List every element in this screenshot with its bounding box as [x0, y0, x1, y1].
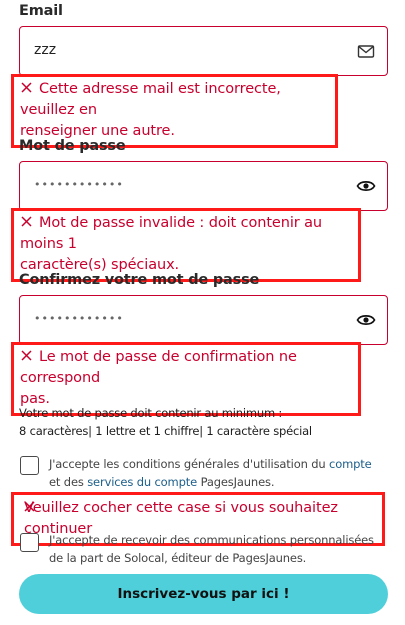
- submit-button[interactable]: Inscrivez-vous par ici !: [19, 574, 388, 614]
- newsletter-line1: J'accepte de recevoir des communications…: [49, 533, 374, 547]
- requirements-line1: Votre mot de passe doit contenir au mini…: [19, 406, 283, 420]
- terms-checkbox[interactable]: [20, 456, 39, 475]
- email-value: zzz: [34, 42, 57, 58]
- confirm-password-value: ••••••••••••: [34, 312, 124, 325]
- close-icon: [21, 82, 32, 93]
- password-value: ••••••••••••: [34, 178, 124, 191]
- newsletter-line2: de la part de Solocal, éditeur de PagesJ…: [49, 551, 307, 565]
- requirements-line2: 8 caractères| 1 lettre et 1 chiffre| 1 c…: [19, 424, 312, 438]
- eye-icon[interactable]: [356, 311, 376, 329]
- email-field[interactable]: zzz: [19, 26, 388, 76]
- close-icon: [24, 501, 35, 512]
- eye-icon[interactable]: [356, 177, 376, 195]
- newsletter-checkbox[interactable]: [20, 533, 39, 552]
- email-label: Email: [19, 3, 63, 19]
- terms-text: J'accepte les conditions générales d'uti…: [49, 455, 389, 491]
- password-error-message: Mot de passe invalide : doit contenir au…: [11, 208, 361, 282]
- terms-link-services[interactable]: services du compte: [87, 475, 197, 489]
- terms-text-b: et des: [49, 475, 88, 489]
- email-error-message: Cette adresse mail est incorrecte, veuil…: [11, 74, 338, 148]
- close-icon: [21, 350, 32, 361]
- email-error-line1: Cette adresse mail est incorrecte, veuil…: [20, 81, 281, 118]
- newsletter-text: J'accepte de recevoir des communications…: [49, 531, 389, 567]
- envelope-icon: [356, 42, 376, 60]
- password-label: Mot de passe: [19, 138, 126, 154]
- terms-text-c: PagesJaunes.: [197, 475, 275, 489]
- password-error-line1: Mot de passe invalide : doit contenir au…: [20, 215, 323, 252]
- terms-text-a: J'accepte les conditions générales d'uti…: [49, 457, 330, 471]
- confirm-password-field[interactable]: ••••••••••••: [19, 295, 388, 345]
- terms-link-compte[interactable]: compte: [329, 457, 372, 471]
- password-field[interactable]: ••••••••••••: [19, 161, 388, 211]
- password-requirements: Votre mot de passe doit contenir au mini…: [19, 404, 312, 440]
- confirm-error-line1: Le mot de passe de confirmation ne corre…: [20, 349, 297, 386]
- confirm-password-label: Confirmez votre mot de passe: [19, 272, 260, 288]
- close-icon: [21, 216, 32, 227]
